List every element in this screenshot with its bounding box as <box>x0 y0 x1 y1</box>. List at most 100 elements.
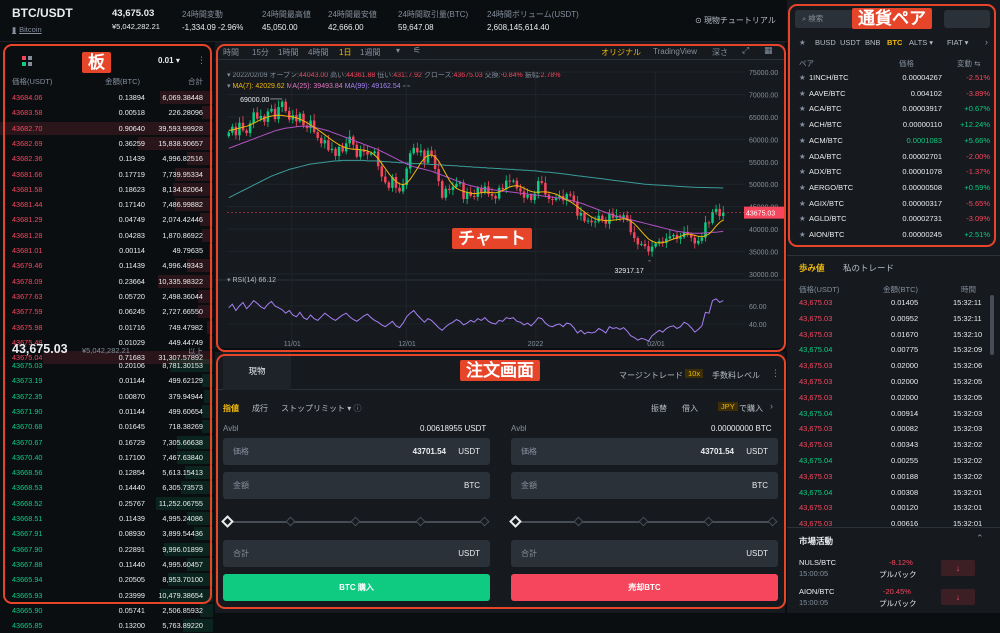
bid-row[interactable]: 43673.19 0.01144 499.62129 <box>0 373 213 388</box>
sell-total-field[interactable]: 合計 USDT <box>511 540 778 567</box>
order-type-limit[interactable]: 指値 <box>223 403 239 414</box>
ask-row[interactable]: 43681.66 0.17719 7,739.95334 <box>0 167 213 182</box>
bid-row[interactable]: 43665.93 0.23999 10,479.38654 <box>0 588 213 603</box>
bid-row[interactable]: 43672.35 0.00870 379.94944 <box>0 389 213 404</box>
pair-title[interactable]: BTC/USDT <box>12 6 73 20</box>
ask-row[interactable]: 43675.98 0.01716 749.47982 <box>0 320 213 335</box>
pair-row[interactable]: ★ AION/BTC 0.00000245 +2.51% <box>787 227 1000 243</box>
margin-trade-link[interactable]: マージントレード <box>619 370 683 381</box>
market-activity-row[interactable]: AION/BTC 15:00:05 -20.45% プルバック ↓ <box>787 585 1000 611</box>
chevron-right-icon[interactable]: › <box>985 37 988 47</box>
pair-col-change[interactable]: 変動 ⇆ <box>957 58 980 69</box>
coin-info-link[interactable]: ▮ Bitcoin <box>12 25 42 34</box>
favorite-star-icon[interactable]: ★ <box>799 149 806 165</box>
tab-market-trades[interactable]: 歩み値 <box>799 262 825 274</box>
ask-row[interactable]: 43681.01 0.00114 49.79635 <box>0 243 213 258</box>
ask-row[interactable]: 43682.69 0.36259 15,838.90657 <box>0 136 213 151</box>
tab-my-trades[interactable]: 私のトレード <box>843 262 894 274</box>
info-icon[interactable]: ⓘ <box>353 404 361 413</box>
favorite-star-icon[interactable]: ★ <box>799 70 806 86</box>
fee-level-link[interactable]: 手数料レベル <box>712 370 760 381</box>
ask-row[interactable]: 43678.09 0.23664 10,335.98322 <box>0 274 213 289</box>
bid-row[interactable]: 43668.51 0.11439 4,995.24086 <box>0 511 213 526</box>
bid-row[interactable]: 43667.91 0.08930 3,899.54436 <box>0 526 213 541</box>
market-activity-row[interactable]: NULS/BTC 15:00:05 -8.12% プルバック ↓ <box>787 556 1000 582</box>
ask-row[interactable]: 43679.46 0.11439 4,996.49343 <box>0 258 213 273</box>
pair-row[interactable]: ★ AERGO/BTC 0.00000508 +0.59% <box>787 180 1000 196</box>
book-layout-icon[interactable] <box>22 56 32 66</box>
sell-button[interactable]: 売却BTC <box>511 574 778 601</box>
ask-row[interactable]: 43681.29 0.04749 2,074.42446 <box>0 212 213 227</box>
currency-badge[interactable]: JPY <box>718 402 738 411</box>
bid-row[interactable]: 43668.56 0.12854 5,613.15413 <box>0 465 213 480</box>
more-link[interactable]: 以上 <box>188 346 203 357</box>
pair-col-price[interactable]: 価格 <box>899 58 914 69</box>
tab-spot[interactable]: 現物 <box>223 352 291 390</box>
pair-col-pair[interactable]: ペア <box>799 58 814 69</box>
ask-row[interactable]: 43681.58 0.18623 8,134.82064 <box>0 182 213 197</box>
ask-row[interactable]: 43681.44 0.17140 7,486.99882 <box>0 197 213 212</box>
favorite-star-icon[interactable]: ★ <box>799 86 806 102</box>
more-icon[interactable]: ⋮ <box>771 368 780 379</box>
market-tab-busd[interactable]: BUSD <box>815 38 836 47</box>
collapse-icon[interactable]: ⌃ <box>976 533 984 544</box>
bid-row[interactable]: 43671.90 0.01144 499.60654 <box>0 404 213 419</box>
pair-row[interactable]: ★ AAVE/BTC 0.004102 -3.89% <box>787 86 1000 102</box>
buy-total-field[interactable]: 合計 USDT <box>223 540 490 567</box>
bid-row[interactable]: 43668.52 0.25767 11,252.06755 <box>0 496 213 511</box>
order-type-stop-limit[interactable]: ストップリミット ▾ ⓘ <box>281 403 361 414</box>
bid-row[interactable]: 43675.03 0.20106 8,781.30153 <box>0 358 213 373</box>
spot-tutorial-link[interactable]: ⊙ 現物チュートリアル <box>695 15 776 26</box>
favorite-star-icon[interactable]: ★ <box>799 227 806 243</box>
slider-handle[interactable] <box>509 515 522 528</box>
sell-price-value[interactable]: 43701.54 <box>701 438 734 465</box>
bid-row[interactable]: 43667.88 0.11440 4,995.60457 <box>0 557 213 572</box>
bid-row[interactable]: 43665.85 0.13200 5,763.89220 <box>0 618 213 633</box>
ask-row[interactable]: 43682.36 0.11439 4,996.82516 <box>0 151 213 166</box>
sell-amount-field[interactable]: 金額 BTC <box>511 472 778 499</box>
more-icon[interactable]: ⋮ <box>197 55 206 66</box>
favorite-star-icon[interactable]: ★ <box>799 211 806 227</box>
price-chart[interactable]: 75000.00 70000.00 65000.00 60000.00 55000.00… <box>215 42 785 348</box>
pair-row[interactable]: ★ AGLD/BTC 0.00002731 -3.09% <box>787 211 1000 227</box>
buy-button[interactable]: BTC 購入 <box>223 574 490 601</box>
buy-price-value[interactable]: 43701.54 <box>413 438 446 465</box>
favorite-star-icon[interactable]: ★ <box>799 180 806 196</box>
pair-row[interactable]: ★ ADA/BTC 0.00002701 -2.00% <box>787 149 1000 165</box>
pair-row[interactable]: ★ ACA/BTC 0.00003917 +0.67% <box>787 101 1000 117</box>
buy-amount-field[interactable]: 金額 BTC <box>223 472 490 499</box>
trades-scrollbar[interactable] <box>990 295 994 355</box>
market-tab-alts[interactable]: ALTS ▾ <box>909 38 933 47</box>
ask-row[interactable]: 43677.63 0.05720 2,498.36044 <box>0 289 213 304</box>
buy-percent-slider[interactable] <box>221 515 490 529</box>
decimals-select[interactable]: 0.01 ▾ <box>158 56 180 65</box>
pair-row[interactable]: ★ AGIX/BTC 0.00000317 -5.65% <box>787 196 1000 212</box>
favorite-star-icon[interactable]: ★ <box>799 101 806 117</box>
pair-row[interactable]: ★ ADX/BTC 0.00001078 -1.37% <box>787 164 1000 180</box>
bid-row[interactable]: 43665.90 0.05741 2,506.85932 <box>0 603 213 618</box>
market-tab-bnb[interactable]: BNB <box>865 38 880 47</box>
view-toggle[interactable] <box>944 10 990 28</box>
bid-row[interactable]: 43670.40 0.17100 7,467.63840 <box>0 450 213 465</box>
favorite-star-icon[interactable]: ★ <box>799 133 806 149</box>
buy-with-link[interactable]: で購入 <box>739 403 763 414</box>
bid-row[interactable]: 43668.53 0.14440 6,305.73573 <box>0 480 213 495</box>
buy-price-field[interactable]: 価格 43701.54 USDT <box>223 438 490 465</box>
ask-row[interactable]: 43677.59 0.06245 2,727.66550 <box>0 304 213 319</box>
market-tab-fiat[interactable]: FIAT ▾ <box>947 38 968 47</box>
ask-row[interactable]: 43684.06 0.13894 6,069.38448 <box>0 90 213 105</box>
slider-handle[interactable] <box>221 515 234 528</box>
bid-row[interactable]: 43667.90 0.22891 9,996.01899 <box>0 542 213 557</box>
favorites-star-icon[interactable]: ★ <box>799 38 806 47</box>
bid-row[interactable]: 43670.67 0.16729 7,305.66638 <box>0 435 213 450</box>
pair-row[interactable]: ★ ACH/BTC 0.00000110 +12.24% <box>787 117 1000 133</box>
sell-percent-slider[interactable] <box>509 515 778 529</box>
favorite-star-icon[interactable]: ★ <box>799 196 806 212</box>
pair-row[interactable]: ★ 1INCH/BTC 0.00004267 -2.51% <box>787 70 1000 86</box>
ask-row[interactable]: 43681.28 0.04283 1,870.86922 <box>0 228 213 243</box>
coin-name[interactable]: Bitcoin <box>19 25 42 34</box>
favorite-star-icon[interactable]: ★ <box>799 117 806 133</box>
bid-row[interactable]: 43665.94 0.20505 8,953.70100 <box>0 572 213 587</box>
ask-row[interactable]: 43683.58 0.00518 226.28096 <box>0 105 213 120</box>
pair-row[interactable]: ★ ACM/BTC 0.0001083 +5.66% <box>787 133 1000 149</box>
